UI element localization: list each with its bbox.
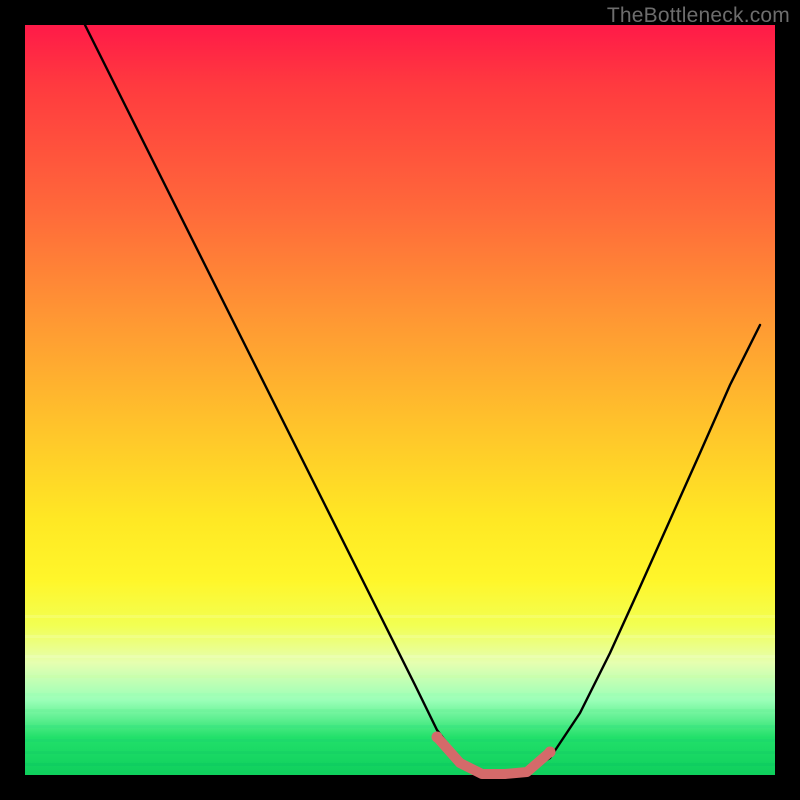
highlight-dot-left — [432, 732, 443, 743]
chart-frame: TheBottleneck.com — [0, 0, 800, 800]
curve-path — [85, 25, 760, 774]
bottleneck-curve — [25, 25, 775, 775]
highlight-dot-right — [545, 747, 556, 758]
watermark-text: TheBottleneck.com — [607, 4, 790, 28]
highlight-segment — [437, 737, 550, 774]
